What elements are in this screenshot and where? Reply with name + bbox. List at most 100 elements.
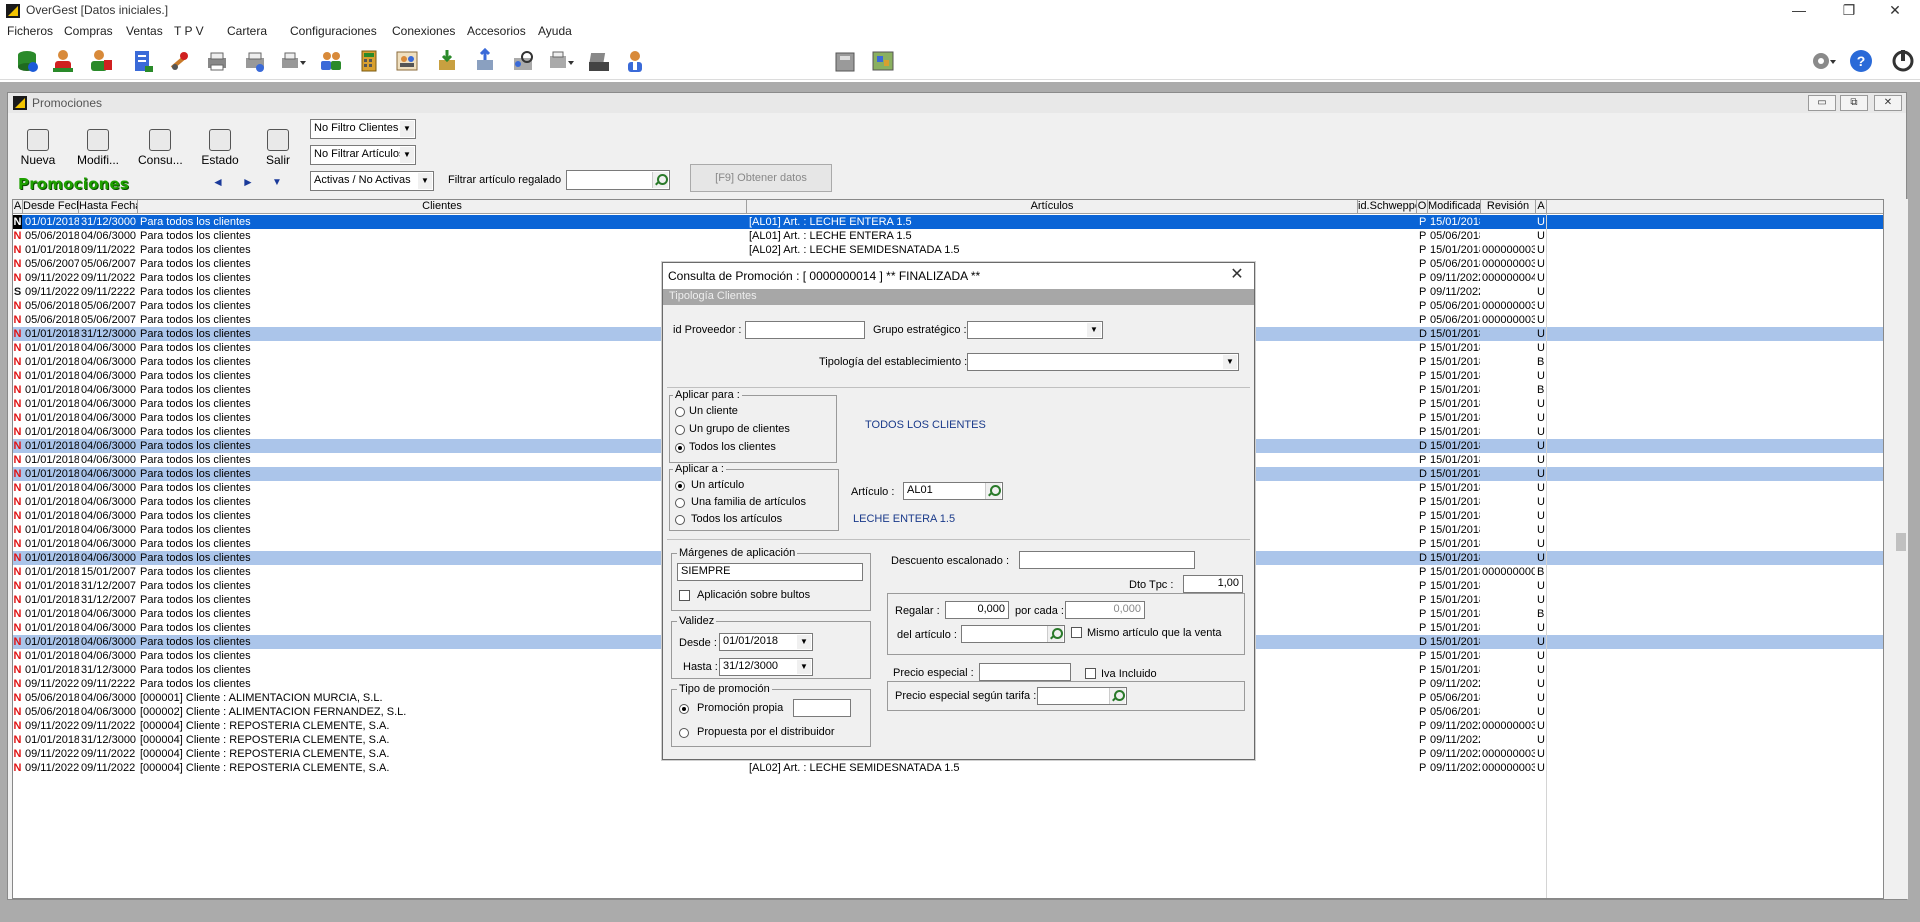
minimize-button[interactable]: —	[1776, 0, 1822, 22]
grupo-estrategico-select[interactable]: ▼	[967, 321, 1103, 339]
gear-dropdown-icon[interactable]	[1810, 48, 1836, 74]
modificada-cell: 15/01/2018	[1430, 608, 1480, 620]
filtro-clientes-select[interactable]: No Filtro Clientes ▼	[310, 119, 416, 139]
users-red-icon[interactable]	[50, 48, 76, 74]
dialog-close-button[interactable]: ✕	[1225, 265, 1249, 287]
table-row[interactable]: N 01/01/2018 31/12/3000 Para todos los clie…	[13, 215, 1883, 229]
modificar-button[interactable]: Modifi...	[76, 127, 120, 173]
col-header-clientes[interactable]: Clientes	[138, 200, 747, 214]
contacts-icon[interactable]	[318, 48, 344, 74]
margenes-input[interactable]: SIEMPRE	[677, 563, 863, 581]
fax-dropdown-icon[interactable]	[548, 48, 574, 74]
radio-todos-clientes[interactable]	[675, 443, 685, 453]
activas-select[interactable]: Activas / No Activas ▼	[310, 171, 434, 191]
search-icon[interactable]	[1047, 626, 1063, 642]
consultar-button[interactable]: Consu...	[138, 127, 183, 173]
help-icon[interactable]: ?	[1848, 48, 1874, 74]
cash-register-icon[interactable]	[586, 48, 612, 74]
por-cada-input[interactable]: 0,000	[1065, 601, 1145, 619]
aplicacion-bultos-checkbox[interactable]	[679, 590, 690, 601]
menu-configuraciones[interactable]: Configuraciones	[290, 24, 377, 38]
menu-ayuda[interactable]: Ayuda	[538, 24, 572, 38]
radio-un-articulo[interactable]	[675, 481, 685, 491]
calculator-icon[interactable]	[356, 48, 382, 74]
document-blue-icon[interactable]	[130, 48, 156, 74]
col-header-o[interactable]: O	[1417, 200, 1428, 214]
table-row[interactable]: N 01/01/2018 09/11/2022 Para todos los clie…	[13, 243, 1883, 257]
id-proveedor-input[interactable]	[745, 321, 865, 339]
regalar-input[interactable]: 0,000	[945, 601, 1009, 619]
search-icon[interactable]	[1109, 688, 1125, 704]
close-button[interactable]: ✕	[1872, 0, 1918, 22]
radio-familia-articulos[interactable]	[675, 498, 685, 508]
dto-tpc-input[interactable]: 1,00	[1183, 575, 1243, 593]
tools-icon[interactable]	[166, 48, 192, 74]
col-header-schweppes[interactable]: id.Schweppes	[1358, 200, 1417, 214]
search-icon[interactable]	[652, 172, 668, 188]
grid-scroll-thumb[interactable]	[1896, 533, 1906, 551]
download-icon[interactable]	[434, 48, 460, 74]
print-dropdown-icon[interactable]	[280, 48, 306, 74]
print-settings-icon[interactable]	[242, 48, 268, 74]
search-settings-icon[interactable]	[510, 48, 536, 74]
upload-icon[interactable]	[472, 47, 498, 74]
radio-un-cliente[interactable]	[675, 407, 685, 417]
row-status-cell: N	[13, 762, 22, 774]
child-close-button[interactable]: ✕	[1874, 95, 1902, 111]
menu-ficheros[interactable]: Ficheros	[7, 24, 53, 38]
mismo-articulo-checkbox[interactable]	[1071, 627, 1082, 638]
del-articulo-input[interactable]	[961, 625, 1065, 643]
col-header-modificada[interactable]: Modificada	[1428, 200, 1481, 214]
iva-incluido-checkbox[interactable]	[1085, 668, 1096, 679]
promocion-propia-input[interactable]	[793, 699, 851, 717]
col-header-desde[interactable]: Desde Fecha	[23, 200, 79, 214]
salir-button[interactable]: Salir	[256, 127, 300, 173]
menu-cartera[interactable]: Cartera	[227, 24, 267, 38]
restore-button[interactable]: ❐	[1826, 0, 1872, 22]
table-row[interactable]: N 05/06/2018 04/06/3000 Para todos los clie…	[13, 229, 1883, 243]
menu-accesorios[interactable]: Accesorios	[467, 24, 526, 38]
articulo-input[interactable]: AL01	[903, 482, 1003, 500]
child-restore-button[interactable]: ⧉	[1840, 95, 1868, 111]
col-header-articulos[interactable]: Artículos	[747, 200, 1358, 214]
radio-promocion-propia[interactable]	[679, 704, 689, 714]
estado-button[interactable]: Estado	[198, 127, 242, 173]
user-green-icon[interactable]	[88, 48, 114, 74]
menu-tpv[interactable]: T P V	[174, 24, 204, 38]
printer-icon[interactable]	[204, 48, 230, 74]
nueva-button[interactable]: Nueva	[16, 127, 60, 173]
radio-todos-articulos[interactable]	[675, 515, 685, 525]
database-icon[interactable]	[14, 48, 40, 74]
col-header-a2[interactable]: A	[1536, 200, 1547, 214]
hasta-date-picker[interactable]: 31/12/3000 ▼	[719, 658, 813, 676]
child-minimize-button[interactable]: ▭	[1808, 95, 1836, 111]
obtener-datos-button[interactable]: [F9] Obtener datos	[690, 164, 832, 192]
search-icon[interactable]	[985, 483, 1001, 499]
radio-grupo-clientes[interactable]	[675, 425, 685, 435]
table-row[interactable]: N 09/11/2022 09/11/2022 [000004] Cliente : …	[13, 761, 1883, 775]
tipologia-establecimiento-select[interactable]: ▼	[967, 353, 1239, 371]
power-icon[interactable]	[1890, 48, 1916, 74]
precio-tarifa-input[interactable]	[1037, 687, 1127, 705]
col-header-a[interactable]: A	[13, 200, 23, 214]
menu-conexiones[interactable]: Conexiones	[392, 24, 455, 38]
customers-icon[interactable]	[394, 48, 420, 74]
origen-cell: P	[1419, 748, 1427, 760]
filtrar-articulo-input[interactable]	[566, 170, 670, 190]
menu-ventas[interactable]: Ventas	[126, 24, 163, 38]
down-arrow-icon[interactable]: ▼	[272, 177, 282, 188]
filtro-articulos-select[interactable]: No Filtrar Artículos ▼	[310, 145, 416, 165]
radio-propuesta-distribuidor[interactable]	[679, 728, 689, 738]
prev-arrow-icon[interactable]: ◄	[212, 175, 224, 189]
estado-cell: U	[1537, 720, 1545, 732]
map-icon[interactable]	[870, 48, 896, 74]
precio-especial-input[interactable]	[979, 663, 1071, 681]
menu-compras[interactable]: Compras	[64, 24, 113, 38]
descuento-escalonado-input[interactable]	[1019, 551, 1195, 569]
desde-date-picker[interactable]: 01/01/2018 ▼	[719, 633, 813, 651]
user-agent-icon[interactable]	[622, 48, 648, 74]
col-header-revision[interactable]: Revisión	[1481, 200, 1536, 214]
next-arrow-icon[interactable]: ►	[242, 175, 254, 189]
col-header-hasta[interactable]: Hasta Fecha	[79, 200, 138, 214]
archive-icon[interactable]	[832, 48, 858, 74]
